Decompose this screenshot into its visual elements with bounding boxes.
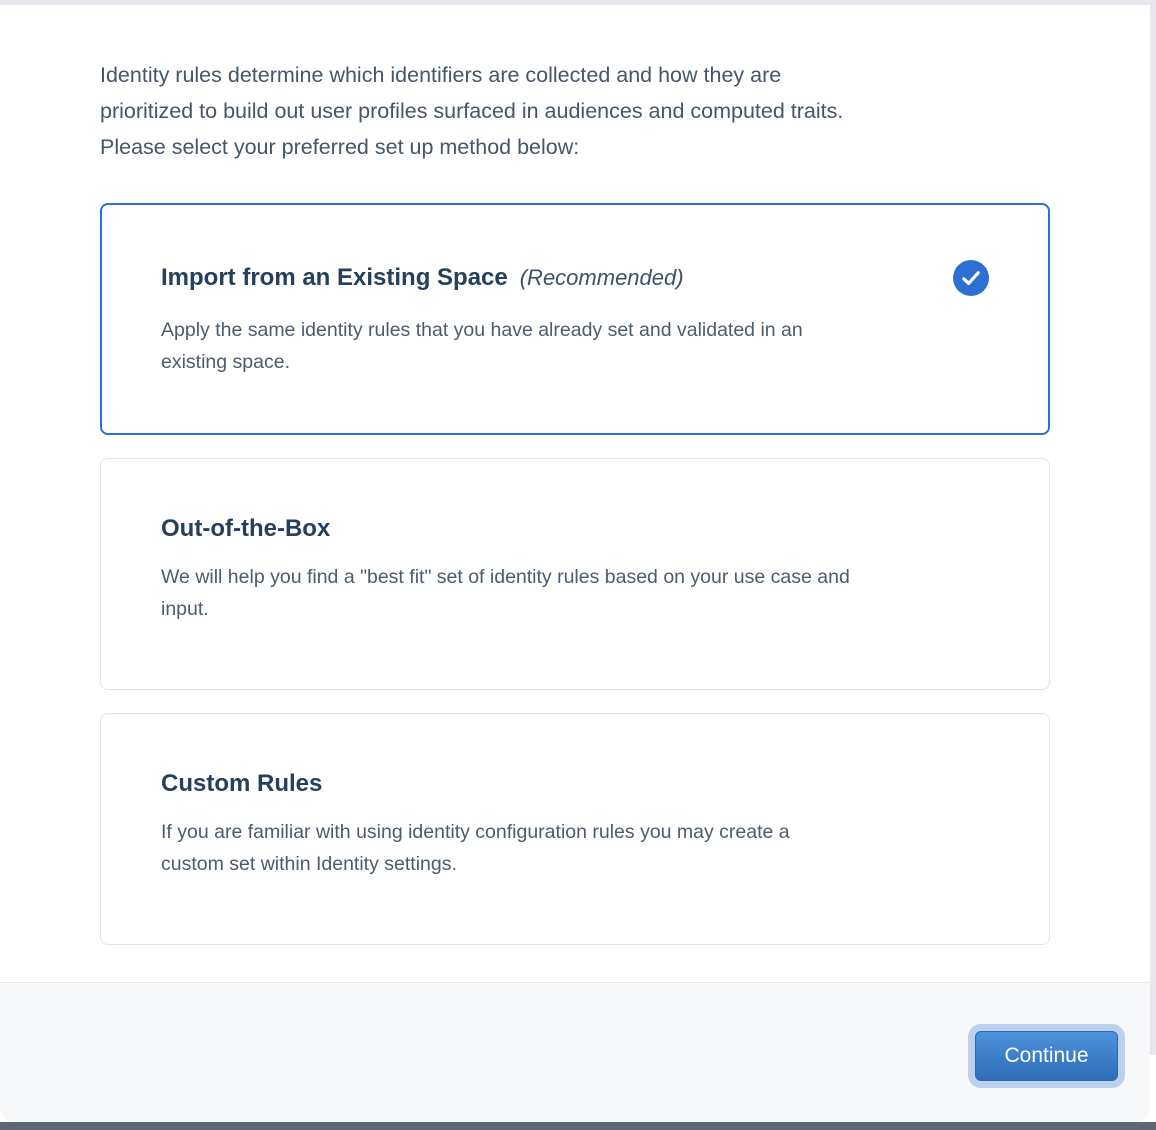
card-description-line: input.	[161, 593, 989, 625]
card-header: Import from an Existing Space (Recommend…	[161, 260, 989, 296]
card-description-line: Apply the same identity rules that you h…	[161, 314, 989, 346]
card-title: Custom Rules	[161, 770, 322, 798]
page-background: { "dialog": { "intro": { "lines": [ "Ide…	[0, 0, 1156, 1130]
selected-check-icon	[953, 260, 989, 296]
card-description-line: custom set within Identity settings.	[161, 848, 989, 880]
card-description-line: If you are familiar with using identity …	[161, 816, 989, 848]
card-title: Out-of-the-Box	[161, 515, 330, 543]
card-title: Import from an Existing Space	[161, 264, 508, 292]
intro-line: prioritized to build out user profiles s…	[100, 93, 1150, 129]
card-description: We will help you find a "best fit" set o…	[161, 561, 989, 625]
intro-line: Identity rules determine which identifie…	[100, 57, 1150, 93]
intro-line: Please select your preferred set up meth…	[100, 129, 1150, 165]
card-header: Out-of-the-Box	[161, 515, 989, 543]
option-card-custom-rules[interactable]: Custom Rules If you are familiar with us…	[100, 713, 1050, 945]
card-header: Custom Rules	[161, 770, 989, 798]
option-card-list: Import from an Existing Space (Recommend…	[100, 203, 1150, 945]
card-description-line: existing space.	[161, 346, 989, 378]
card-description-line: We will help you find a "best fit" set o…	[161, 561, 989, 593]
dialog-content: Identity rules determine which identifie…	[0, 5, 1150, 945]
continue-button[interactable]: Continue	[975, 1031, 1118, 1081]
recommended-badge: (Recommended)	[520, 265, 684, 291]
page-edge-right	[1150, 0, 1156, 1055]
page-bottom-bar	[0, 1122, 1156, 1130]
intro-text: Identity rules determine which identifie…	[100, 57, 1150, 165]
dialog-footer: Continue	[0, 982, 1150, 1122]
identity-setup-dialog: Identity rules determine which identifie…	[0, 5, 1150, 1122]
option-card-out-of-the-box[interactable]: Out-of-the-Box We will help you find a "…	[100, 458, 1050, 690]
card-description: Apply the same identity rules that you h…	[161, 314, 989, 378]
option-card-import-existing-space[interactable]: Import from an Existing Space (Recommend…	[100, 203, 1050, 435]
card-description: If you are familiar with using identity …	[161, 816, 989, 880]
